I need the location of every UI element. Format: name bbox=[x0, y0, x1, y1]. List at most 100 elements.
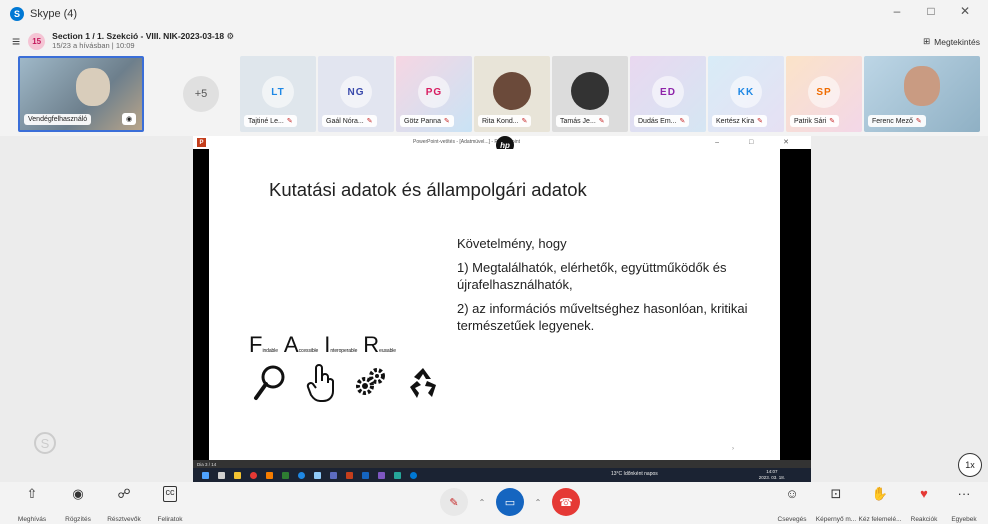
captions-button[interactable]: cc Feliratok bbox=[146, 486, 194, 523]
participant-tile[interactable]: PG Götz Panna ✎ bbox=[396, 56, 472, 132]
excel-icon[interactable] bbox=[282, 471, 289, 479]
mic-off-icon: ✎ bbox=[443, 118, 450, 125]
skype-logo-icon: S bbox=[10, 7, 24, 21]
participant-name: Tamás Je... bbox=[560, 117, 596, 125]
playback-speed-button[interactable]: 1x bbox=[958, 453, 982, 477]
participant-initials: ED bbox=[652, 76, 684, 108]
participant-video-person bbox=[904, 66, 940, 106]
video-options-chevron-icon[interactable]: ⌃ bbox=[530, 494, 546, 510]
screen-share-button[interactable]: ⊡ Képernyő m... bbox=[812, 486, 860, 523]
windows-start-icon[interactable] bbox=[202, 471, 209, 479]
call-center-controls: ✎ ⌃ ▭ ⌃ ☎ bbox=[440, 488, 580, 516]
participant-tile[interactable]: LT Tajtiné Le... ✎ bbox=[240, 56, 316, 132]
participants-button[interactable]: ☍ Résztvevők bbox=[100, 486, 148, 523]
people-icon: ☍ bbox=[117, 486, 131, 501]
fair-word: indable bbox=[262, 348, 278, 354]
explorer-icon[interactable] bbox=[234, 471, 241, 479]
view-button[interactable]: ⊞ Megtekintés bbox=[923, 36, 980, 47]
slide: Kutatási adatok és állampolgári adatok K… bbox=[209, 149, 780, 460]
fair-word: nteroperable bbox=[330, 348, 358, 354]
participant-tile[interactable]: Rita Kond... ✎ bbox=[474, 56, 550, 132]
camera-icon[interactable]: ◉ bbox=[122, 113, 136, 125]
fair-acronym: Findable Accessible Interoperable Reusab… bbox=[249, 332, 396, 358]
participant-tile[interactable]: KK Kertész Kira ✎ bbox=[708, 56, 784, 132]
chat-button[interactable]: ☺ Csevegés bbox=[768, 486, 816, 523]
powerpoint-icon: P bbox=[197, 138, 206, 147]
participant-photo bbox=[493, 72, 531, 110]
more-button[interactable]: ··· Egyebek bbox=[940, 486, 988, 523]
powerpoint-taskbar-icon[interactable] bbox=[346, 471, 353, 479]
end-call-button[interactable]: ☎ bbox=[552, 488, 580, 516]
app-icon[interactable] bbox=[378, 471, 385, 479]
close-button[interactable]: ✕ bbox=[948, 4, 982, 18]
fair-word: ccessible bbox=[298, 348, 319, 354]
captions-icon: cc bbox=[163, 486, 177, 502]
skype-taskbar-icon[interactable] bbox=[410, 471, 417, 479]
slide-next-arrow[interactable]: › bbox=[732, 446, 734, 452]
shared-screen[interactable]: P PowerPoint-vetítés - [Adatmüvel...] - … bbox=[193, 136, 811, 482]
participant-tile[interactable]: NG Gaál Nóra... ✎ bbox=[318, 56, 394, 132]
ppt-window-controls: – □ ✕ bbox=[715, 139, 803, 146]
magnifier-icon bbox=[254, 365, 285, 400]
participant-name: Gaál Nóra... bbox=[326, 117, 364, 125]
participant-initials: SP bbox=[808, 76, 840, 108]
participant-photo bbox=[571, 72, 609, 110]
app-icon[interactable] bbox=[394, 471, 401, 479]
fair-letter: A bbox=[283, 332, 299, 357]
firefox-icon[interactable] bbox=[266, 471, 273, 479]
participant-tile[interactable]: Ferenc Mező ✎ bbox=[864, 56, 980, 132]
menu-icon[interactable]: ≡ bbox=[12, 33, 20, 49]
window-title: Skype (4) bbox=[30, 8, 78, 20]
slide-title: Kutatási adatok és állampolgári adatok bbox=[269, 179, 587, 200]
participants-label: Résztvevők bbox=[107, 516, 141, 523]
maximize-button[interactable]: □ bbox=[914, 4, 948, 18]
fair-letter: F bbox=[249, 332, 263, 357]
mic-off-icon: ✎ bbox=[915, 118, 922, 125]
participant-name: Ferenc Mező bbox=[872, 117, 913, 125]
edge-icon[interactable] bbox=[298, 471, 305, 479]
raise-hand-button[interactable]: ✋ Kéz felemelé... bbox=[856, 486, 904, 523]
more-participants-button[interactable]: +5 bbox=[166, 56, 236, 132]
store-icon[interactable] bbox=[314, 471, 321, 479]
audio-options-chevron-icon[interactable]: ⌃ bbox=[474, 494, 490, 510]
call-title[interactable]: Section 1 / 1. Szekció - VIII. NIK-2023-… bbox=[52, 31, 234, 41]
teams-icon[interactable] bbox=[330, 471, 337, 479]
slide-body-line: 2) az információs műveltséghez hasonlóan… bbox=[457, 301, 748, 333]
raise-hand-label: Kéz felemelé... bbox=[858, 516, 902, 523]
participant-tile[interactable]: SP Patrik Sári ✎ bbox=[786, 56, 862, 132]
view-label: Megtekintés bbox=[934, 36, 980, 47]
record-icon: ◉ bbox=[72, 486, 84, 501]
recycle-icon bbox=[410, 368, 436, 398]
more-label: Egyebek bbox=[951, 516, 977, 523]
record-button[interactable]: ◉ Rögzítés bbox=[54, 486, 102, 523]
mic-off-icon: ✎ bbox=[521, 118, 528, 125]
participant-name: Rita Kond... bbox=[482, 117, 519, 125]
taskview-icon[interactable] bbox=[218, 471, 225, 479]
fair-word: eusable bbox=[379, 348, 396, 354]
weather-widget[interactable]: 13°C Időnként napos bbox=[611, 471, 658, 477]
participant-tile[interactable]: Tamás Je... ✎ bbox=[552, 56, 628, 132]
title-bar: S Skype (4) – □ ✕ bbox=[0, 0, 988, 28]
group-avatar[interactable]: 15 bbox=[28, 32, 46, 50]
chat-label: Csevegés bbox=[777, 516, 807, 523]
chat-icon: ☺ bbox=[785, 486, 799, 501]
call-subtitle: 15/23 a hívásban | 10:09 bbox=[52, 41, 135, 50]
slide-body: Követelmény, hogy 1) Megtalálhatók, elér… bbox=[457, 235, 777, 341]
mic-off-icon: ✎ bbox=[366, 118, 373, 125]
video-camera-icon: ▭ bbox=[504, 496, 516, 509]
video-button[interactable]: ▭ bbox=[496, 488, 524, 516]
minimize-button[interactable]: – bbox=[880, 4, 914, 18]
mute-button[interactable]: ✎ bbox=[440, 488, 468, 516]
participant-initials: KK bbox=[730, 76, 762, 108]
participant-initials: NG bbox=[340, 76, 372, 108]
mic-off-icon: ✎ bbox=[679, 118, 686, 125]
invite-button[interactable]: ⇧ Meghívás bbox=[8, 486, 56, 523]
participant-tile[interactable]: ED Dudás Em... ✎ bbox=[630, 56, 706, 132]
hang-up-icon: ☎ bbox=[559, 496, 573, 509]
participant-initials: PG bbox=[418, 76, 450, 108]
pointer-hand-icon bbox=[306, 364, 334, 402]
word-icon[interactable] bbox=[362, 471, 369, 479]
hand-icon: ✋ bbox=[871, 486, 889, 501]
chrome-icon[interactable] bbox=[250, 471, 257, 479]
self-video-tile[interactable]: Vendégfelhasználó ◉ bbox=[18, 56, 144, 132]
